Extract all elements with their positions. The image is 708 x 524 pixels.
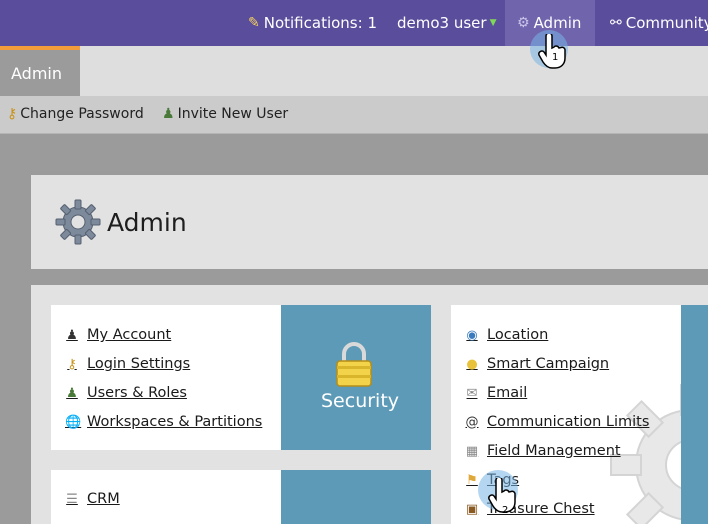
top-nav: ✎ Notifications: 1 demo3 user ▼ ⚙ Admin … [0,0,708,46]
field-management-label: Field Management [487,443,621,459]
tag-icon: ⚑ [466,472,478,488]
step-2-badge: 2 [502,505,509,516]
person-icon: ♟ [66,327,78,343]
globe-icon: ◉ [466,327,478,343]
notifications-link[interactable]: ✎ Notifications: 1 [248,0,377,46]
database-card: ☰ CRM [51,470,431,524]
admin-toolbar: ⚷ Change Password ♟ Invite New User [0,96,708,134]
communication-limits-link[interactable]: @ Communication Limits [465,414,650,430]
users-roles-label: Users & Roles [87,385,187,401]
users-icon: ♟ [66,385,78,401]
community-icon: ⚯ [610,15,622,31]
community-label: Community [625,14,708,32]
tab-bar: Admin [0,46,708,96]
user-name: demo3 user [397,14,487,32]
notifications-label: Notifications: 1 [263,14,377,32]
notification-icon: ✎ [248,15,260,31]
communication-limits-label: Communication Limits [487,414,650,430]
change-password-label: Change Password [20,106,144,122]
email-label: Email [487,385,528,401]
crm-label: CRM [87,491,120,507]
gear-icon: ⚙ [517,15,530,31]
database-tile [281,470,431,524]
tab-admin[interactable]: Admin [0,46,80,96]
location-label: Location [487,327,549,343]
users-roles-link[interactable]: ♟ Users & Roles [65,385,187,401]
smart-campaign-link[interactable]: ● Smart Campaign [465,356,609,372]
invite-user-button[interactable]: ♟ Invite New User [162,106,288,122]
change-password-button[interactable]: ⚷ Change Password [7,106,144,122]
chest-icon: ▣ [465,501,479,517]
location-link[interactable]: ◉ Location [465,327,548,343]
admin-gear-icon [55,199,101,245]
field-icon: ▦ [465,443,479,459]
workspaces-link[interactable]: 🌐 Workspaces & Partitions [65,414,262,430]
lightbulb-icon: ● [466,356,478,372]
globe-icon: 🌐 [65,414,82,430]
key-icon: ⚷ [67,356,77,372]
invite-user-label: Invite New User [177,106,289,122]
crm-link[interactable]: ☰ CRM [65,491,120,507]
chevron-down-icon: ▼ [489,18,497,28]
add-user-icon: ♟ [162,106,175,122]
step-1-badge: 1 [552,52,559,63]
page-header: Admin [31,175,708,269]
security-tile: Security [281,305,431,450]
admin-nav-label: Admin [533,14,582,32]
smart-campaign-label: Smart Campaign [487,356,610,372]
admin-sections: ♟ My Account ⚷ Login Settings ♟ Users & … [31,285,708,524]
my-account-label: My Account [87,327,172,343]
email-icon: ✉ [466,385,478,401]
my-account-link[interactable]: ♟ My Account [65,327,171,343]
workspaces-label: Workspaces & Partitions [87,414,263,430]
security-label: Security [321,390,400,412]
key-icon: ⚷ [7,106,18,122]
tab-admin-label: Admin [11,64,62,83]
lock-icon [336,342,372,387]
login-settings-link[interactable]: ⚷ Login Settings [65,356,190,372]
database-icon: ☰ [66,491,78,507]
email-link[interactable]: ✉ Email [465,385,528,401]
security-card: ♟ My Account ⚷ Login Settings ♟ Users & … [51,305,431,450]
community-link[interactable]: ⚯ Community [610,0,708,46]
user-menu[interactable]: demo3 user ▼ [397,0,497,46]
field-management-link[interactable]: ▦ Field Management [465,443,621,459]
login-settings-label: Login Settings [87,356,191,372]
page-title: Admin [107,208,187,237]
at-sign-icon: @ [465,414,479,430]
settings-tile [681,305,708,524]
